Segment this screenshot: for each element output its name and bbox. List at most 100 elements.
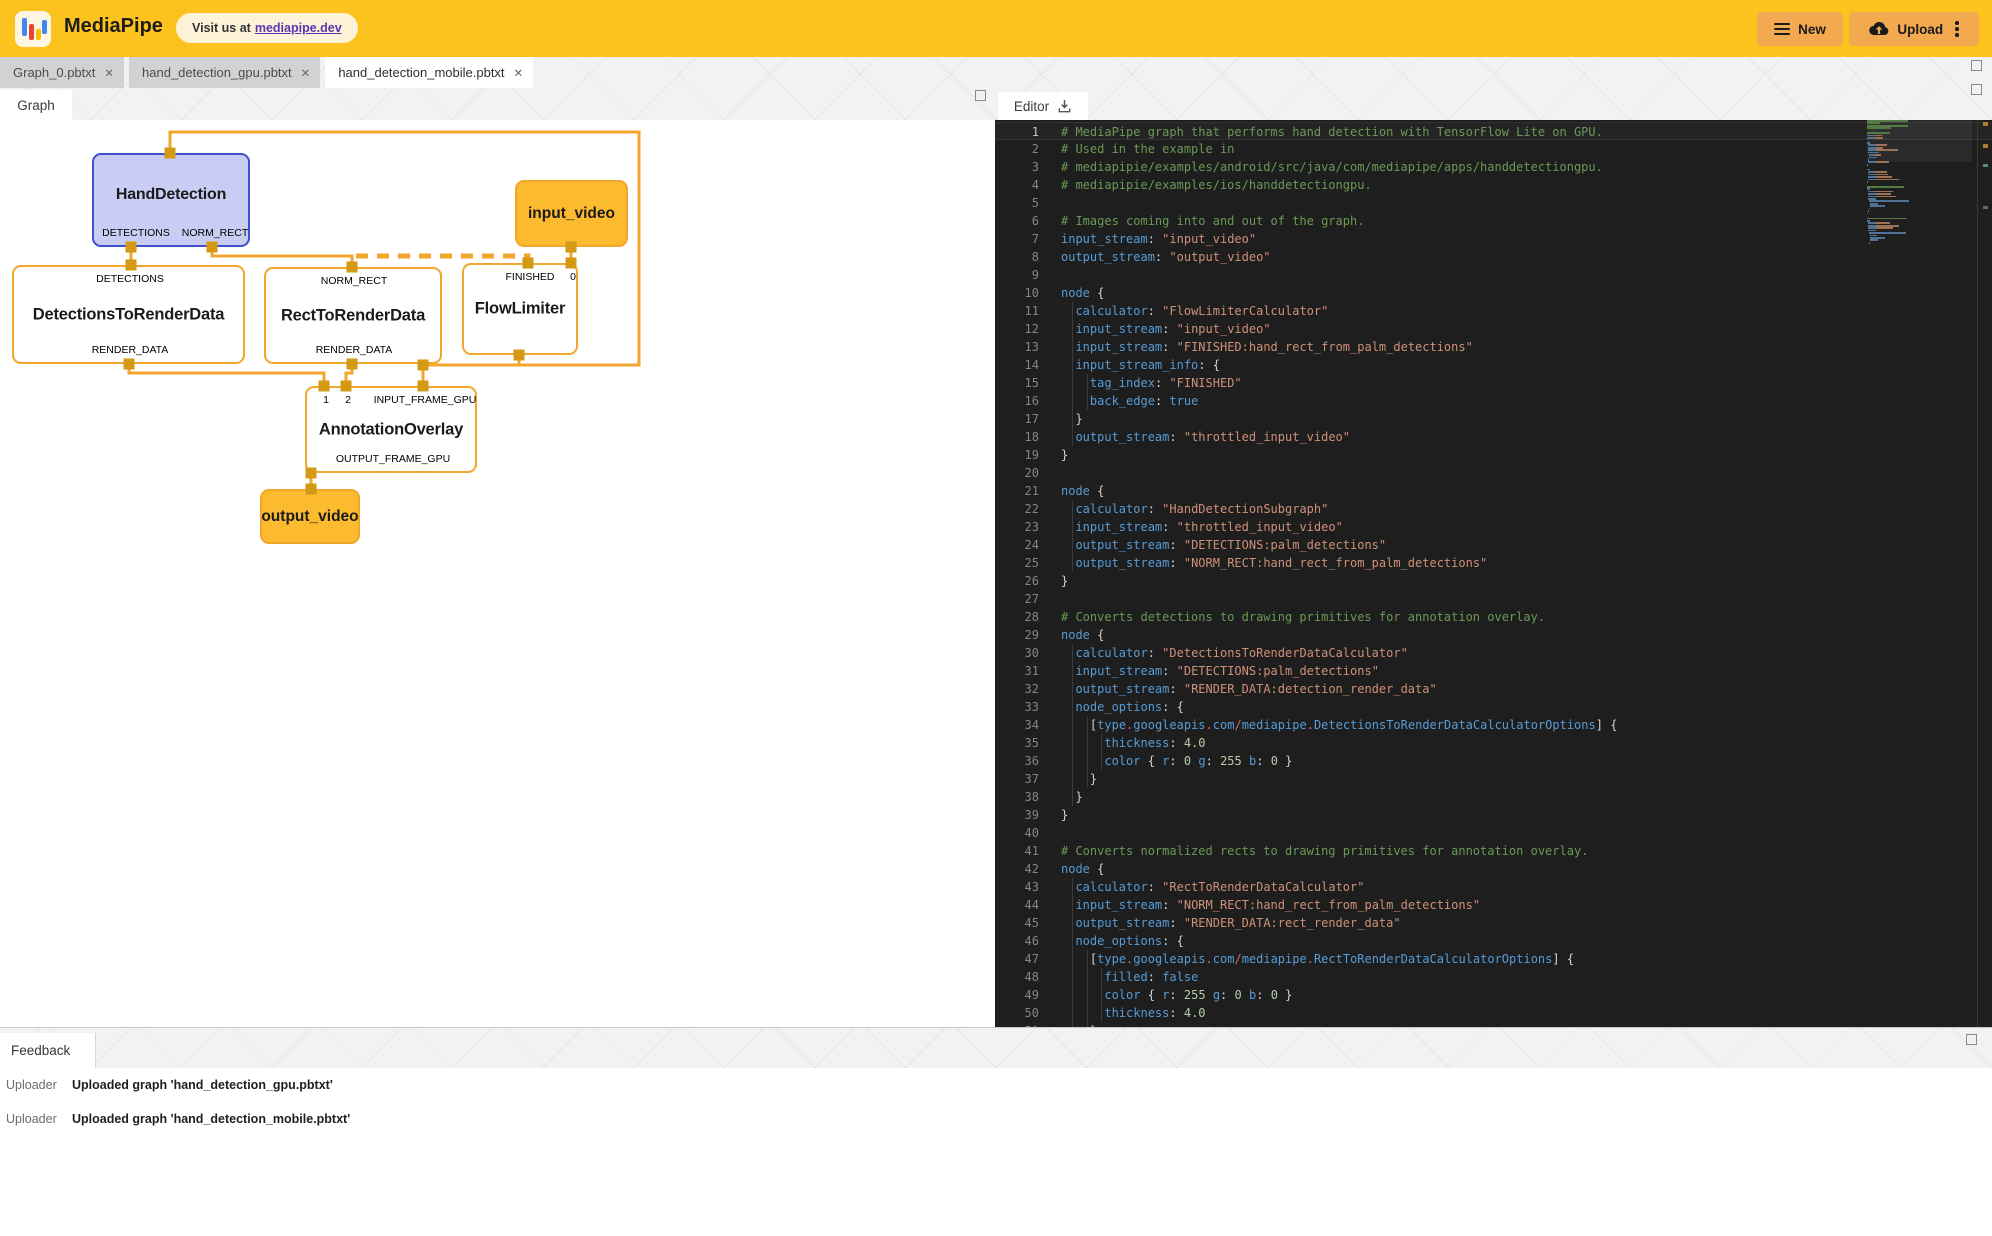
tab-graph[interactable]: Graph	[0, 90, 72, 120]
new-button-label: New	[1798, 22, 1826, 37]
line-number: 23	[995, 518, 1039, 536]
node-title: HandDetection	[94, 186, 248, 204]
code-line[interactable]: 34 [type.googleapis.com/mediapipe.Detect…	[995, 716, 1992, 734]
code-line[interactable]: 18 output_stream: "throttled_input_video…	[995, 428, 1992, 446]
line-number: 15	[995, 374, 1039, 392]
code-line[interactable]: 29node {	[995, 626, 1992, 644]
code-line[interactable]: 7input_stream: "input_video"	[995, 230, 1992, 248]
code-line[interactable]: 22 calculator: "HandDetectionSubgraph"	[995, 500, 1992, 518]
code-line[interactable]: 27	[995, 590, 1992, 608]
file-tabs: Graph_0.pbtxt✕hand_detection_gpu.pbtxt✕h…	[0, 57, 533, 88]
code-line[interactable]: 16 back_edge: true	[995, 392, 1992, 410]
line-number: 41	[995, 842, 1039, 860]
code-editor[interactable]: 1# MediaPipe graph that performs hand de…	[995, 120, 1992, 1027]
line-number: 27	[995, 590, 1039, 608]
code-line[interactable]: 49 color { r: 255 g: 0 b: 0 }	[995, 986, 1992, 1004]
code-line[interactable]: 4# mediapipie/examples/ios/handdetection…	[995, 176, 1992, 194]
expand-square-icon[interactable]	[975, 90, 986, 101]
code-line[interactable]: 2# Used in the example in	[995, 140, 1992, 158]
file-tab[interactable]: Graph_0.pbtxt✕	[0, 57, 124, 88]
line-number: 42	[995, 860, 1039, 878]
file-tab[interactable]: hand_detection_gpu.pbtxt✕	[129, 57, 320, 88]
tab-graph-label: Graph	[17, 98, 55, 113]
code-line[interactable]: 11 calculator: "FlowLimiterCalculator"	[995, 302, 1992, 320]
expand-square-icon[interactable]	[1966, 1034, 1977, 1045]
code-line[interactable]: 47 [type.googleapis.com/mediapipe.RectTo…	[995, 950, 1992, 968]
code-line[interactable]: 9	[995, 266, 1992, 284]
code-line[interactable]: 1# MediaPipe graph that performs hand de…	[995, 122, 1992, 140]
code-line[interactable]: 20	[995, 464, 1992, 482]
port-label: OUTPUT_FRAME_GPU	[336, 453, 450, 465]
code-lines[interactable]: 1# MediaPipe graph that performs hand de…	[995, 122, 1992, 1027]
line-number: 46	[995, 932, 1039, 950]
code-line[interactable]: 10node {	[995, 284, 1992, 302]
code-line[interactable]: 50 thickness: 4.0	[995, 1004, 1992, 1022]
code-line[interactable]: 40	[995, 824, 1992, 842]
graph-canvas[interactable]: HandDetectionDETECTIONSNORM_RECT input_vi…	[0, 120, 995, 1027]
code-line[interactable]: 12 input_stream: "input_video"	[995, 320, 1992, 338]
mediapipe-logo-icon	[15, 11, 51, 47]
code-line[interactable]: 5	[995, 194, 1992, 212]
tab-strip: Graph_0.pbtxt✕hand_detection_gpu.pbtxt✕h…	[0, 57, 1992, 120]
graph-node-input_video[interactable]: input_video	[515, 180, 628, 247]
port-label: INPUT_FRAME_GPU	[374, 394, 477, 406]
code-line[interactable]: 19}	[995, 446, 1992, 464]
code-line[interactable]: 15 tag_index: "FINISHED"	[995, 374, 1992, 392]
code-line[interactable]: 45 output_stream: "RENDER_DATA:rect_rend…	[995, 914, 1992, 932]
port-label: FINISHED	[505, 271, 554, 283]
line-number: 17	[995, 410, 1039, 428]
expand-square-icon[interactable]	[1971, 60, 1982, 71]
line-number: 7	[995, 230, 1039, 248]
graph-node-detections_to_render_data[interactable]: DetectionsToRenderDataDETECTIONSRENDER_D…	[12, 265, 245, 364]
download-icon[interactable]	[1057, 99, 1072, 114]
code-line[interactable]: 24 output_stream: "DETECTIONS:palm_detec…	[995, 536, 1992, 554]
code-line[interactable]: 41# Converts normalized rects to drawing…	[995, 842, 1992, 860]
code-line[interactable]: 43 calculator: "RectToRenderDataCalculat…	[995, 878, 1992, 896]
close-icon[interactable]: ✕	[514, 66, 524, 80]
code-line[interactable]: 3# mediapipie/examples/android/src/java/…	[995, 158, 1992, 176]
graph-node-annotation_overlay[interactable]: AnnotationOverlay12INPUT_FRAME_GPUOUTPUT…	[305, 386, 477, 473]
code-line[interactable]: 14 input_stream_info: {	[995, 356, 1992, 374]
line-number: 24	[995, 536, 1039, 554]
minimap[interactable]	[1867, 120, 1972, 1027]
code-line[interactable]: 44 input_stream: "NORM_RECT:hand_rect_fr…	[995, 896, 1992, 914]
code-line[interactable]: 28# Converts detections to drawing primi…	[995, 608, 1992, 626]
code-line[interactable]: 26}	[995, 572, 1992, 590]
code-line[interactable]: 38 }	[995, 788, 1992, 806]
code-line[interactable]: 46 node_options: {	[995, 932, 1992, 950]
code-line[interactable]: 35 thickness: 4.0	[995, 734, 1992, 752]
upload-button[interactable]: Upload	[1849, 12, 1979, 46]
code-line[interactable]: 31 input_stream: "DETECTIONS:palm_detect…	[995, 662, 1992, 680]
graph-node-rect_to_render_data[interactable]: RectToRenderDataNORM_RECTRENDER_DATA	[264, 267, 442, 364]
code-line[interactable]: 23 input_stream: "throttled_input_video"	[995, 518, 1992, 536]
graph-node-output_video[interactable]: output_video	[260, 489, 360, 544]
code-line[interactable]: 42node {	[995, 860, 1992, 878]
code-line[interactable]: 21node {	[995, 482, 1992, 500]
line-number: 45	[995, 914, 1039, 932]
line-number: 43	[995, 878, 1039, 896]
code-line[interactable]: 33 node_options: {	[995, 698, 1992, 716]
code-line[interactable]: 48 filled: false	[995, 968, 1992, 986]
mediapipe-dev-link[interactable]: mediapipe.dev	[255, 21, 342, 35]
tab-feedback[interactable]: Feedback	[0, 1033, 96, 1068]
close-icon[interactable]: ✕	[301, 66, 311, 80]
file-tab[interactable]: hand_detection_mobile.pbtxt✕	[325, 57, 533, 88]
close-icon[interactable]: ✕	[104, 66, 114, 80]
kebab-menu-icon[interactable]	[1955, 21, 1959, 37]
code-line[interactable]: 30 calculator: "DetectionsToRenderDataCa…	[995, 644, 1992, 662]
line-number: 32	[995, 680, 1039, 698]
code-line[interactable]: 13 input_stream: "FINISHED:hand_rect_fro…	[995, 338, 1992, 356]
code-line[interactable]: 17 }	[995, 410, 1992, 428]
expand-square-icon[interactable]	[1971, 84, 1982, 95]
code-line[interactable]: 39}	[995, 806, 1992, 824]
code-line[interactable]: 6# Images coming into and out of the gra…	[995, 212, 1992, 230]
code-line[interactable]: 32 output_stream: "RENDER_DATA:detection…	[995, 680, 1992, 698]
code-line[interactable]: 37 }	[995, 770, 1992, 788]
code-line[interactable]: 36 color { r: 0 g: 255 b: 0 }	[995, 752, 1992, 770]
code-line[interactable]: 25 output_stream: "NORM_RECT:hand_rect_f…	[995, 554, 1992, 572]
code-line[interactable]: 8output_stream: "output_video"	[995, 248, 1992, 266]
tab-editor[interactable]: Editor	[998, 92, 1088, 120]
graph-node-hand_detection[interactable]: HandDetectionDETECTIONSNORM_RECT	[92, 153, 250, 247]
new-button[interactable]: New	[1757, 12, 1843, 46]
graph-node-flow_limiter[interactable]: FlowLimiterFINISHED0	[462, 263, 578, 355]
